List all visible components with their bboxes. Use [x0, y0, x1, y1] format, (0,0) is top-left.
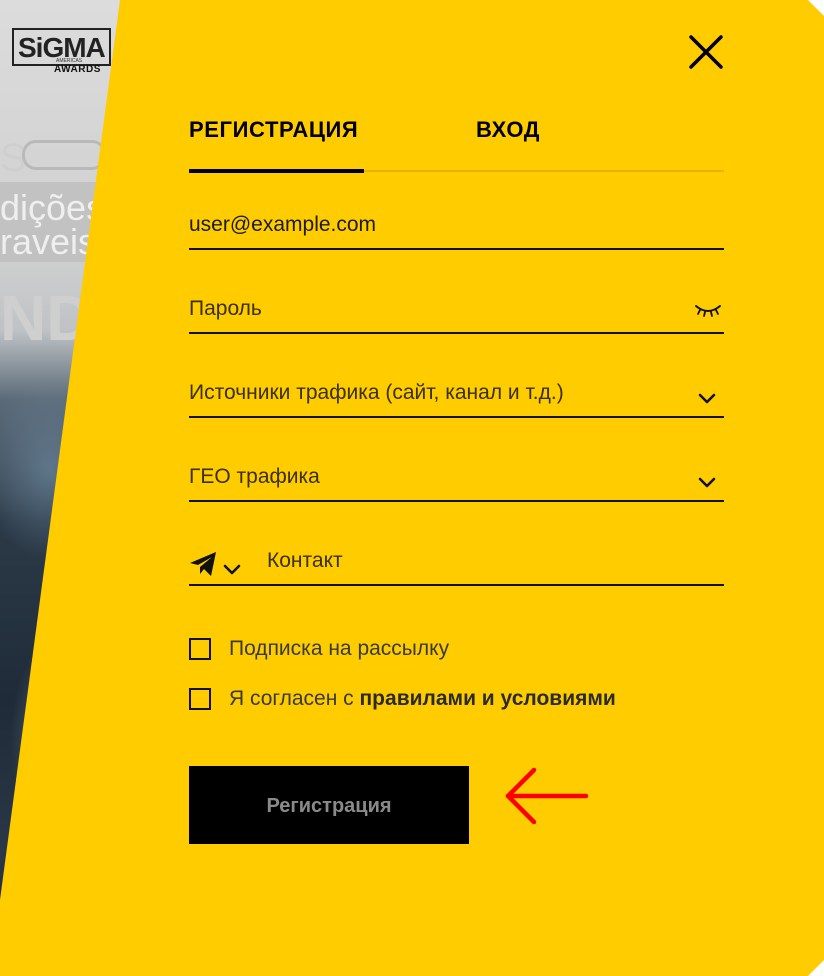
- annotation-arrow-icon: [505, 767, 589, 825]
- email-field-value: user@example.com: [189, 213, 377, 236]
- tab-register[interactable]: РЕГИСТРАЦИЯ: [189, 112, 364, 174]
- terms-prefix: Я согласен с: [229, 687, 360, 710]
- tab-login[interactable]: ВХОД: [476, 112, 540, 174]
- tab-login-label: ВХОД: [476, 117, 541, 142]
- auth-tabs: РЕГИСТРАЦИЯ ВХОД: [189, 112, 724, 174]
- newsletter-checkbox[interactable]: [189, 638, 211, 660]
- newsletter-checkbox-row[interactable]: Подписка на рассылку: [189, 636, 449, 662]
- terms-checkbox-row[interactable]: Я согласен с правилами и условиями: [189, 686, 616, 712]
- traffic-sources-select[interactable]: Источники трафика (сайт, канал и т.д.): [189, 376, 724, 418]
- screen: S dições raveis NDS SiGMA AMERICAS AWARD…: [0, 0, 824, 976]
- chevron-down-icon: [698, 477, 716, 488]
- close-icon: [689, 35, 723, 69]
- tab-register-label: РЕГИСТРАЦИЯ: [189, 117, 359, 142]
- password-field-placeholder: Пароль: [189, 297, 262, 320]
- geo-traffic-placeholder: ГЕО трафика: [189, 465, 320, 488]
- background-pill-shape: [22, 140, 106, 170]
- terms-checkbox[interactable]: [189, 688, 211, 710]
- register-submit-button[interactable]: Регистрация: [189, 766, 469, 844]
- contact-field-placeholder: Контакт: [267, 549, 343, 572]
- contact-field[interactable]: Контакт: [189, 544, 724, 586]
- chevron-down-icon: [698, 393, 716, 404]
- tab-active-indicator: [189, 169, 364, 173]
- close-button[interactable]: [688, 34, 724, 70]
- telegram-icon: [190, 552, 241, 576]
- messenger-select[interactable]: [189, 550, 249, 580]
- terms-label: Я согласен с правилами и условиями: [229, 687, 616, 711]
- newsletter-label: Подписка на рассылку: [229, 637, 450, 660]
- password-field[interactable]: Пароль: [189, 292, 724, 334]
- background-text-s: S: [0, 136, 27, 180]
- geo-traffic-select[interactable]: ГЕО трафика: [189, 460, 724, 502]
- show-password-eye-icon[interactable]: [694, 300, 722, 318]
- terms-link[interactable]: правилами и условиями: [360, 687, 616, 710]
- background-text-line2: raveis: [0, 221, 97, 262]
- logo-sub-text: AWARDS: [54, 64, 101, 75]
- traffic-sources-placeholder: Источники трафика (сайт, канал и т.д.): [189, 381, 564, 404]
- chevron-down-icon: [223, 564, 241, 575]
- email-field[interactable]: user@example.com: [189, 208, 724, 250]
